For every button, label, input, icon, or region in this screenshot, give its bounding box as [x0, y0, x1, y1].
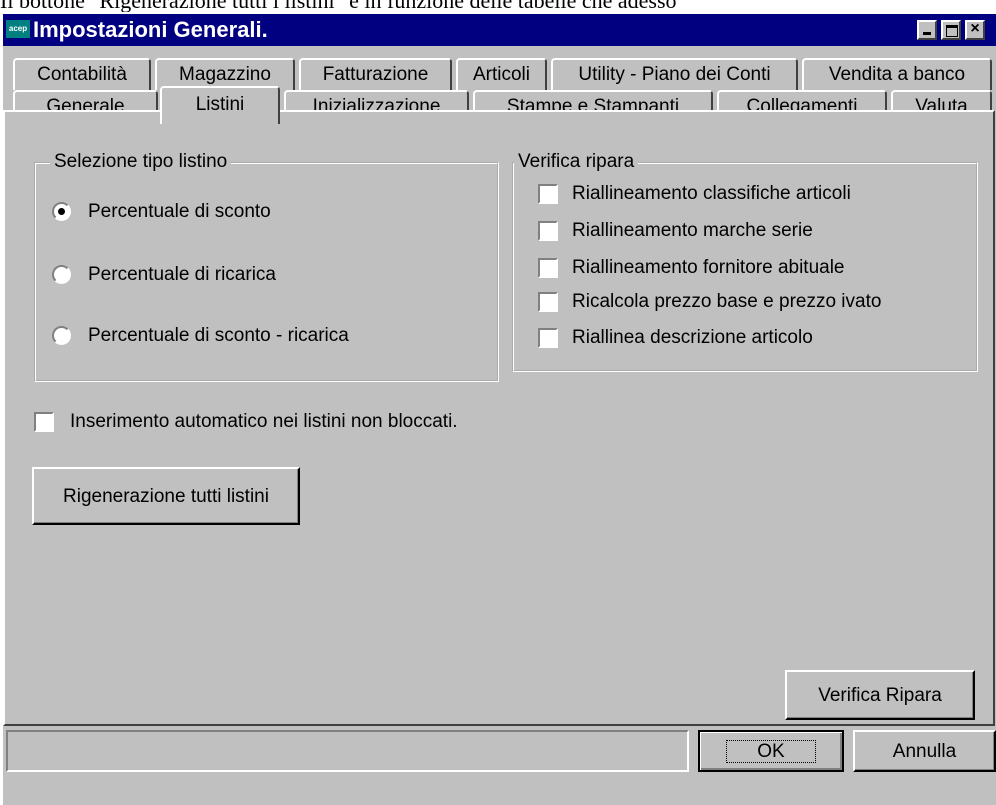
app-logo-icon: acep — [6, 20, 30, 38]
radio-selected-icon[interactable] — [52, 202, 71, 221]
rigenerazione-button[interactable]: Rigenerazione tutti listini — [32, 467, 300, 525]
window-title: Impostazioni Generali. — [33, 17, 268, 42]
checkbox-label: Inserimento automatico nei listini non b… — [70, 411, 458, 432]
ok-label: OK — [726, 740, 816, 763]
selezione-title: Selezione tipo listino — [50, 150, 232, 174]
tab-listini[interactable]: Listini — [160, 86, 280, 124]
checkbox-label: Ricalcola prezzo base e prezzo ivato — [572, 291, 882, 312]
checkbox-icon[interactable] — [538, 258, 558, 278]
checkbox-icon[interactable] — [538, 292, 558, 312]
tab-utility-piano-dei-conti[interactable]: Utility - Piano dei Conti — [551, 58, 798, 90]
verifica-ripara-group: Verifica ripara Riallineamento classific… — [512, 150, 978, 372]
tab-articoli[interactable]: Articoli — [456, 58, 547, 90]
checkbox-icon[interactable] — [538, 328, 558, 348]
verifica-title: Verifica ripara — [514, 150, 639, 174]
checkbox-label: Riallinea descrizione articolo — [572, 327, 813, 348]
checkbox-label: Riallineamento marche serie — [572, 220, 813, 241]
maximize-button[interactable] — [941, 20, 961, 40]
ok-button[interactable]: OK — [698, 730, 844, 772]
selezione-tipo-listino-group: Selezione tipo listino Percentuale di sc… — [34, 150, 499, 382]
verifica-ripara-button[interactable]: Verifica Ripara — [785, 670, 975, 720]
checkbox-icon[interactable] — [538, 221, 558, 241]
checkbox-label: Riallineamento fornitore abituale — [572, 257, 845, 278]
settings-window: acep Impostazioni Generali. × Contabilit… — [3, 14, 996, 805]
tab-fatturazione[interactable]: Fatturazione — [299, 58, 452, 90]
status-bar — [6, 730, 689, 772]
radio-unselected-icon[interactable] — [52, 326, 71, 345]
radio-label: Percentuale di sconto - ricarica — [88, 325, 349, 346]
minimize-button[interactable] — [917, 20, 937, 40]
listini-panel: Selezione tipo listino Percentuale di sc… — [3, 110, 995, 726]
radio-label: Percentuale di ricarica — [88, 264, 276, 285]
checkbox-icon[interactable] — [34, 412, 54, 432]
tab-vendita-a-banco[interactable]: Vendita a banco — [802, 58, 992, 90]
close-button[interactable]: × — [965, 20, 985, 40]
page-caption: Il bottone "Rigenerazione tutti i listin… — [0, 0, 996, 12]
checkbox-label: Riallineamento classifiche articoli — [572, 183, 851, 204]
radio-label: Percentuale di sconto — [88, 201, 271, 222]
title-bar: acep Impostazioni Generali. × — [3, 14, 996, 46]
tab-contabilita[interactable]: Contabilità — [13, 58, 151, 90]
radio-unselected-icon[interactable] — [52, 265, 71, 284]
annulla-button[interactable]: Annulla — [853, 730, 996, 772]
checkbox-icon[interactable] — [538, 184, 558, 204]
